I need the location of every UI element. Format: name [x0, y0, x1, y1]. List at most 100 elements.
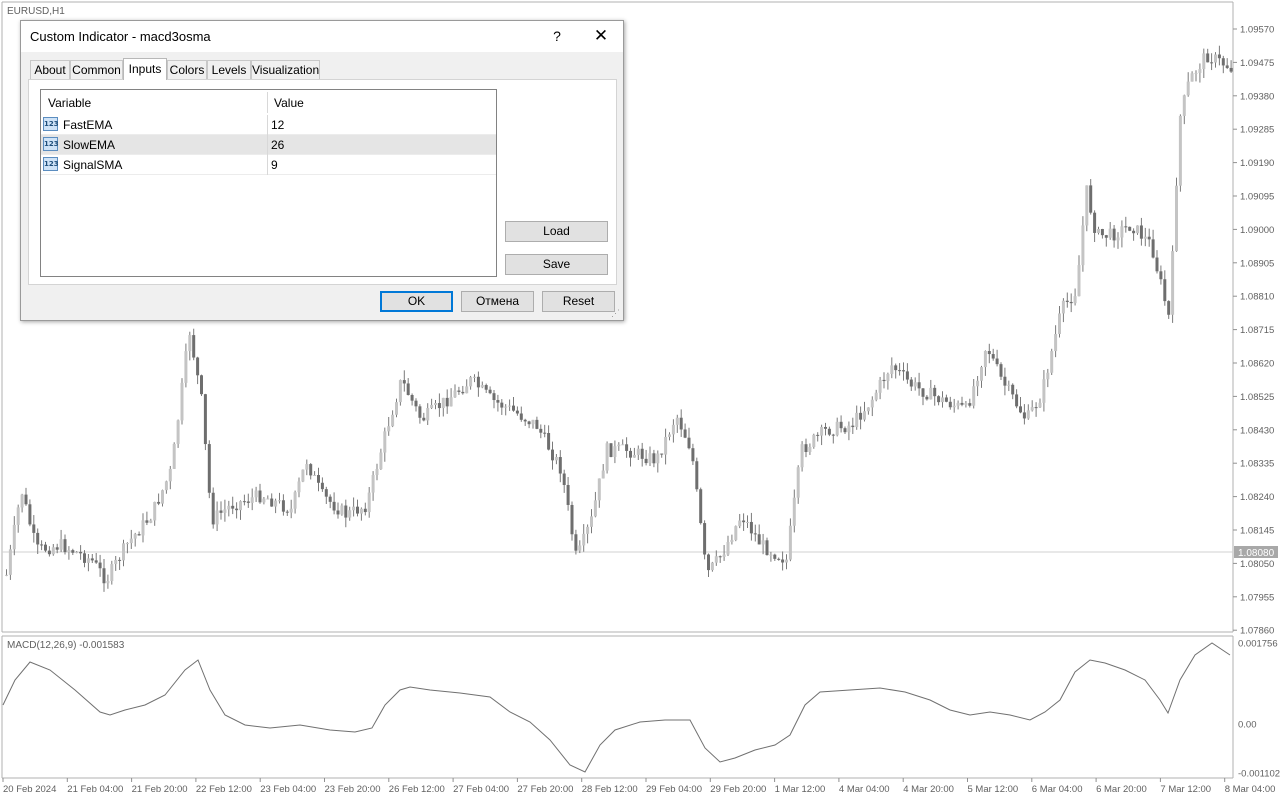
save-button[interactable]: Save: [505, 254, 608, 275]
candle-body: [913, 382, 917, 387]
tab-levels[interactable]: Levels: [207, 60, 251, 79]
candle-body: [742, 520, 746, 523]
cancel-button[interactable]: Отмена: [461, 291, 534, 312]
close-button[interactable]: ✕: [589, 25, 613, 47]
candle-body: [960, 402, 964, 405]
candle-body: [1030, 407, 1034, 411]
candle-body: [991, 354, 995, 359]
candle-body: [1198, 69, 1202, 73]
candle-body: [570, 504, 574, 535]
candle-body: [133, 534, 137, 539]
candle-body: [781, 559, 785, 563]
candle-body: [749, 521, 753, 534]
candle-body: [562, 473, 566, 485]
candle-body: [301, 469, 305, 482]
tab-colors[interactable]: Colors: [167, 60, 207, 79]
candle-body: [1182, 95, 1186, 116]
candle-body: [968, 403, 972, 406]
row-divider: [267, 135, 268, 155]
candle-body: [1210, 62, 1214, 64]
candle-body: [882, 379, 886, 382]
candle-body: [1054, 334, 1058, 352]
candle-body: [656, 453, 660, 464]
variable-name: SignalSMA: [63, 158, 123, 172]
candle-body: [164, 481, 168, 491]
candle-body: [792, 497, 796, 526]
candle-body: [278, 500, 281, 502]
ok-button[interactable]: OK: [380, 291, 453, 312]
candle-body: [1077, 265, 1081, 297]
candle-body: [1151, 239, 1155, 258]
custom-indicator-dialog[interactable]: Custom Indicator - macd3osma ? ✕ About C…: [20, 20, 624, 321]
macd-scale-label: -0.001102: [1238, 769, 1280, 780]
macd-scale-label: 0.00: [1238, 720, 1257, 731]
candle-body: [613, 446, 617, 457]
candle-body: [1221, 58, 1225, 66]
reset-button[interactable]: Reset: [542, 291, 615, 312]
candle-body: [1019, 406, 1022, 413]
tab-visualization[interactable]: Visualization: [251, 60, 320, 79]
candle-body: [445, 397, 449, 407]
price-label: 1.08810: [1240, 292, 1274, 303]
candle-body: [777, 558, 781, 560]
candle-body: [137, 534, 141, 536]
candle-body: [281, 500, 285, 512]
candle-body: [909, 379, 913, 387]
row-divider: [267, 115, 268, 135]
variable-value[interactable]: 9: [271, 158, 278, 172]
column-header-variable[interactable]: Variable: [48, 96, 91, 110]
candle-body: [285, 511, 289, 513]
grid-header: Variable Value: [41, 90, 496, 114]
help-button[interactable]: ?: [546, 25, 568, 47]
candle-body: [738, 520, 742, 527]
candle-body: [937, 396, 941, 403]
candle-body: [465, 386, 469, 394]
candle-body: [434, 403, 437, 405]
candle-body: [632, 454, 636, 458]
column-header-value[interactable]: Value: [274, 96, 304, 110]
candle-body: [449, 397, 453, 407]
candle-body: [664, 436, 668, 455]
candle-body: [305, 464, 309, 470]
candle-body: [1155, 257, 1159, 272]
dialog-titlebar[interactable]: Custom Indicator - macd3osma ? ✕: [21, 21, 623, 52]
candle-body: [722, 554, 726, 557]
candle-body: [734, 526, 738, 540]
candle-body: [671, 424, 675, 435]
candle-body: [870, 399, 874, 408]
variable-value[interactable]: 26: [271, 138, 284, 152]
candle-body: [636, 448, 640, 455]
candle-body: [1007, 384, 1011, 386]
table-row[interactable]: 123 SlowEMA 26: [41, 135, 496, 155]
candle-body: [695, 461, 699, 490]
candle-body: [660, 453, 664, 455]
load-button[interactable]: Load: [505, 221, 608, 242]
price-label: 1.07860: [1240, 626, 1274, 637]
candle-body: [332, 501, 336, 511]
candle-body: [578, 545, 582, 551]
candle-body: [1132, 230, 1136, 234]
candle-body: [1225, 65, 1229, 68]
candle-body: [340, 505, 344, 515]
table-row[interactable]: 123 FastEMA 12: [41, 115, 496, 135]
candle-body: [239, 501, 242, 511]
table-row[interactable]: 123 SignalSMA 9: [41, 155, 496, 175]
candle-body: [574, 534, 578, 551]
candle-body: [847, 425, 851, 433]
candle-body: [375, 469, 379, 475]
tab-about[interactable]: About: [30, 60, 70, 79]
integer-icon: 123: [43, 137, 59, 151]
candle-body: [1011, 384, 1015, 395]
resize-grip-icon[interactable]: ⋰: [611, 308, 621, 318]
candle-body: [118, 559, 122, 561]
variable-value[interactable]: 12: [271, 118, 284, 132]
inputs-grid[interactable]: Variable Value 123 FastEMA 12 123 SlowEM…: [40, 89, 497, 277]
candle-body: [145, 520, 149, 523]
candle-body: [512, 405, 515, 411]
candle-body: [980, 367, 983, 381]
tab-inputs[interactable]: Inputs: [123, 58, 167, 80]
tab-common[interactable]: Common: [70, 60, 123, 79]
candle-body: [999, 364, 1003, 377]
candle-body: [551, 449, 554, 461]
candle-body: [8, 549, 12, 575]
